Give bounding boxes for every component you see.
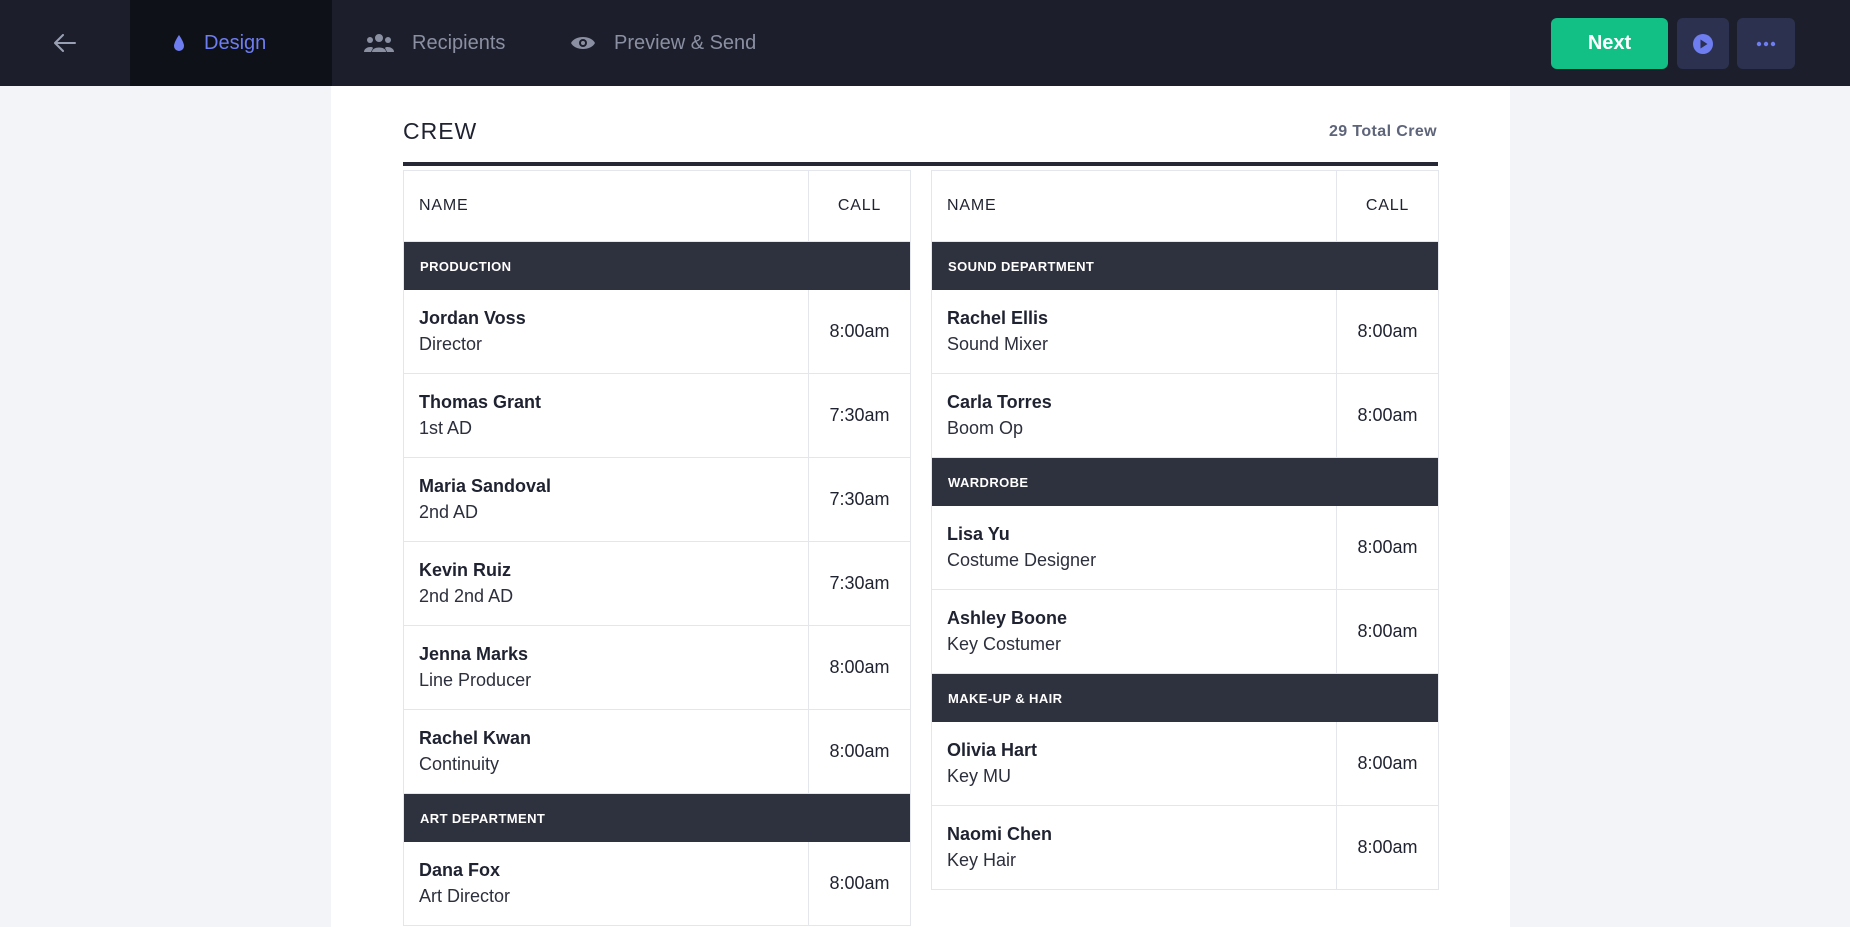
more-horizontal-icon: [1756, 41, 1776, 46]
droplet-icon: [172, 34, 186, 52]
table-row[interactable]: Olivia Hart Key MU 8:00am: [932, 722, 1438, 806]
crew-role: Costume Designer: [947, 550, 1097, 570]
call-time: 8:00am: [1336, 590, 1438, 673]
more-options-button[interactable]: [1737, 18, 1795, 69]
dept-header-art: ART DEPARTMENT: [404, 794, 910, 842]
call-time: 8:00am: [1336, 290, 1438, 373]
table-row[interactable]: Kevin Ruiz 2nd 2nd AD 7:30am: [404, 542, 910, 626]
table-header: NAME CALL: [404, 170, 910, 242]
crew-name: Carla Torres: [947, 392, 1052, 412]
crew-name: Maria Sandoval: [419, 476, 552, 496]
crew-role: Sound Mixer: [947, 334, 1049, 354]
section-divider: [403, 162, 1438, 166]
crew-section-title: CREW: [403, 118, 478, 144]
table-row[interactable]: Ashley Boone Key Costumer 8:00am: [932, 590, 1438, 674]
crew-table-right: NAME CALL SOUND DEPARTMENT Rachel Ellis …: [931, 170, 1439, 890]
crew-role: Line Producer: [419, 670, 532, 690]
call-time: 7:30am: [808, 374, 910, 457]
crew-role: 1st AD: [419, 418, 473, 438]
table-row[interactable]: Jordan Voss Director 8:00am: [404, 290, 910, 374]
crew-role: Key Costumer: [947, 634, 1062, 654]
play-button[interactable]: [1677, 18, 1729, 69]
tab-recipients-label: Recipients: [412, 31, 506, 54]
call-time: 8:00am: [808, 290, 910, 373]
table-row[interactable]: Dana Fox Art Director 8:00am: [404, 842, 910, 926]
crew-name: Lisa Yu: [947, 524, 1010, 544]
call-sheet-document: CREW 29 Total Crew NAME CALL PRODUCTION …: [331, 86, 1510, 927]
crew-name: Dana Fox: [419, 860, 501, 880]
call-time: 8:00am: [808, 626, 910, 709]
crew-name: Rachel Kwan: [419, 728, 532, 748]
top-nav-bar: Design Recipients Preview & Send Next: [0, 0, 1850, 86]
call-time: 8:00am: [1336, 506, 1438, 589]
dept-header-sound: SOUND DEPARTMENT: [932, 242, 1438, 290]
eye-icon: [570, 34, 596, 52]
crew-name: Thomas Grant: [419, 392, 542, 412]
crew-role: 2nd AD: [419, 502, 479, 522]
call-time: 7:30am: [808, 542, 910, 625]
crew-name: Jordan Voss: [419, 308, 526, 328]
tab-preview-send[interactable]: Preview & Send: [570, 0, 756, 86]
call-time: 8:00am: [1336, 374, 1438, 457]
header-call: CALL: [1365, 197, 1410, 214]
dept-header-production: PRODUCTION: [404, 242, 910, 290]
table-row[interactable]: Jenna Marks Line Producer 8:00am: [404, 626, 910, 710]
table-row[interactable]: Naomi Chen Key Hair 8:00am: [932, 806, 1438, 890]
arrow-left-icon: [54, 34, 76, 52]
call-time: 8:00am: [808, 710, 910, 793]
tab-design[interactable]: Design: [130, 0, 332, 86]
dept-header-makeup-hair: MAKE-UP & HAIR: [932, 674, 1438, 722]
tab-preview-send-label: Preview & Send: [614, 31, 757, 54]
table-row[interactable]: Thomas Grant 1st AD 7:30am: [404, 374, 910, 458]
users-icon: [364, 33, 394, 53]
crew-table-left: NAME CALL PRODUCTION Jordan Voss Directo…: [403, 170, 911, 926]
table-header: NAME CALL: [932, 170, 1438, 242]
header-name: NAME: [947, 197, 997, 214]
crew-role: Key MU: [947, 766, 1012, 786]
table-row[interactable]: Maria Sandoval 2nd AD 7:30am: [404, 458, 910, 542]
crew-total-count: 29 Total Crew: [1328, 123, 1437, 140]
call-time: 7:30am: [808, 458, 910, 541]
crew-name: Ashley Boone: [947, 608, 1068, 628]
crew-role: Director: [419, 334, 483, 354]
crew-role: Art Director: [419, 886, 511, 906]
crew-role: Boom Op: [947, 418, 1024, 438]
crew-role: 2nd 2nd AD: [419, 586, 514, 606]
crew-name: Kevin Ruiz: [419, 560, 512, 580]
table-row[interactable]: Lisa Yu Costume Designer 8:00am: [932, 506, 1438, 590]
table-row[interactable]: Carla Torres Boom Op 8:00am: [932, 374, 1438, 458]
play-circle-icon: [1693, 33, 1713, 54]
crew-role: Key Hair: [947, 850, 1017, 870]
crew-name: Jenna Marks: [419, 644, 529, 664]
next-button[interactable]: Next: [1551, 18, 1668, 69]
tab-recipients[interactable]: Recipients: [364, 0, 505, 86]
crew-name: Olivia Hart: [947, 740, 1038, 760]
header-call: CALL: [837, 197, 882, 214]
call-time: 8:00am: [808, 842, 910, 925]
crew-name: Naomi Chen: [947, 824, 1053, 844]
tab-design-label: Design: [204, 31, 267, 54]
call-time: 8:00am: [1336, 806, 1438, 889]
table-row[interactable]: Rachel Kwan Continuity 8:00am: [404, 710, 910, 794]
header-name: NAME: [419, 197, 469, 214]
back-button[interactable]: [0, 0, 130, 86]
crew-name: Rachel Ellis: [947, 308, 1049, 328]
table-row[interactable]: Rachel Ellis Sound Mixer 8:00am: [932, 290, 1438, 374]
crew-role: Continuity: [419, 754, 500, 774]
dept-header-wardrobe: WARDROBE: [932, 458, 1438, 506]
call-time: 8:00am: [1336, 722, 1438, 805]
